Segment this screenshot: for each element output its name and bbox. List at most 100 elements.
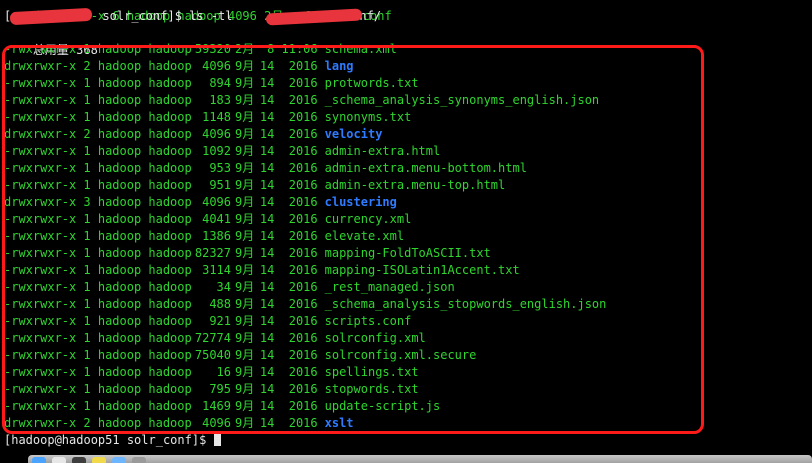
file-links: 1 bbox=[83, 93, 91, 107]
file-perms: -rwxrwxr-x bbox=[4, 399, 77, 413]
file-day: 14 bbox=[259, 399, 275, 413]
file-size: 4096 bbox=[202, 416, 231, 430]
file-day: 14 bbox=[259, 263, 275, 277]
file-group: hadoop bbox=[148, 127, 192, 141]
mail-icon[interactable] bbox=[112, 457, 126, 463]
file-perms: -rwxrwxr-x bbox=[4, 246, 77, 260]
file-perms: -rwxrwxr-x bbox=[4, 365, 77, 379]
file-size: 16 bbox=[216, 365, 231, 379]
file-owner: hadoop bbox=[97, 161, 142, 175]
file-owner: hadoop bbox=[97, 59, 142, 73]
file-month: 9月 bbox=[235, 212, 255, 226]
file-day: 14 bbox=[259, 195, 275, 209]
file-perms: -rwxrwxr-x bbox=[4, 280, 77, 294]
file-time: 2016 bbox=[288, 110, 318, 124]
file-links: 2 bbox=[83, 416, 91, 430]
file-day: 14 bbox=[259, 76, 275, 90]
file-size: 59320 bbox=[194, 42, 231, 56]
file-day: 14 bbox=[259, 314, 275, 328]
file-month: 9月 bbox=[235, 399, 255, 413]
file-owner: hadoop bbox=[97, 127, 142, 141]
file-perms: -rwxrwxr-x bbox=[4, 348, 77, 362]
file-owner: hadoop bbox=[97, 178, 142, 192]
file-perms: -rwxrwxr-x bbox=[4, 161, 77, 175]
file-owner: hadoop bbox=[97, 212, 142, 226]
terminal-icon[interactable] bbox=[72, 457, 86, 463]
file-month: 9月 bbox=[235, 416, 255, 430]
bottom-prompt-line[interactable]: [hadoop@hadoop51 solr_conf]$ bbox=[4, 432, 221, 449]
file-time: 2016 bbox=[288, 93, 318, 107]
file-time: 2016 bbox=[288, 382, 318, 396]
dock bbox=[28, 455, 812, 463]
file-group: hadoop bbox=[148, 212, 192, 226]
file-name: admin-extra.menu-top.html bbox=[324, 178, 506, 192]
file-owner: hadoop bbox=[97, 76, 142, 90]
file-day: 14 bbox=[259, 229, 275, 243]
file-links: 1 bbox=[83, 263, 91, 277]
finder-icon[interactable] bbox=[32, 457, 46, 463]
file-size: 795 bbox=[209, 382, 231, 396]
file-perms: drwxrwxr-x bbox=[4, 59, 77, 73]
file-time: 2016 bbox=[288, 399, 318, 413]
file-time: 2016 bbox=[288, 246, 318, 260]
file-day: 14 bbox=[259, 246, 275, 260]
file-name: scripts.conf bbox=[324, 314, 412, 328]
file-day: 14 bbox=[259, 93, 275, 107]
file-row: -rwxrwxr-x 1 hadoop hadoop 921 9月 14 2016 script… bbox=[4, 313, 411, 330]
file-links: 1 bbox=[83, 178, 91, 192]
file-month: 9月 bbox=[235, 110, 255, 124]
file-size: 921 bbox=[209, 314, 231, 328]
file-group: hadoop bbox=[148, 399, 192, 413]
file-size: 4096 bbox=[202, 195, 231, 209]
file-row: -rwxrwxr-x 1 hadoop hadoop 16 9月 14 2016 spellin… bbox=[4, 364, 419, 381]
file-month: 2月 bbox=[235, 42, 255, 56]
file-time: 11:06 bbox=[281, 42, 318, 56]
file-size: 3114 bbox=[202, 263, 231, 277]
file-row: -rwxrwxr-x 1 hadoop hadoop 894 9月 14 2016 protwo… bbox=[4, 75, 419, 92]
file-perms: -rwxrwxr-x bbox=[4, 297, 77, 311]
file-name: solrconfig.xml bbox=[324, 331, 426, 345]
file-name: spellings.txt bbox=[324, 365, 419, 379]
file-row: -rwxrwxr-x 1 hadoop hadoop 1386 9月 14 2016 eleva… bbox=[4, 228, 404, 245]
text-cursor bbox=[213, 434, 221, 446]
file-day: 14 bbox=[259, 297, 275, 311]
file-group: hadoop bbox=[148, 110, 192, 124]
file-group: hadoop bbox=[148, 42, 192, 56]
file-time: 2016 bbox=[288, 416, 318, 430]
file-row: -rwxrwxr-x 1 hadoop hadoop 1092 9月 14 2016 admin… bbox=[4, 143, 440, 160]
file-name: currency.xml bbox=[324, 212, 412, 226]
file-size: 953 bbox=[209, 161, 231, 175]
file-name: schema.xml bbox=[324, 42, 397, 56]
notes-icon[interactable] bbox=[92, 457, 106, 463]
file-time: 2016 bbox=[288, 144, 318, 158]
chrome-icon[interactable] bbox=[52, 457, 66, 463]
file-row: drwxrwxr-x 2 hadoop hadoop 4096 9月 14 2016 xslt bbox=[4, 415, 354, 432]
file-time: 2016 bbox=[288, 212, 318, 226]
file-day: 14 bbox=[259, 365, 275, 379]
file-time: 2016 bbox=[288, 331, 318, 345]
file-owner: hadoop bbox=[97, 382, 142, 396]
file-group: hadoop bbox=[148, 93, 192, 107]
file-owner: hadoop bbox=[97, 297, 142, 311]
file-size: 34 bbox=[216, 280, 231, 294]
file-owner: hadoop bbox=[97, 246, 142, 260]
file-perms: -rwxrwxr-x bbox=[4, 76, 77, 90]
file-perms: -rwxrwxr-x bbox=[4, 382, 77, 396]
file-links: 1 bbox=[83, 246, 91, 260]
terminal-window[interactable]: drwxrwxr-x 6 hadoop hadoop 4096 2月 8 11:… bbox=[0, 0, 812, 455]
file-group: hadoop bbox=[148, 348, 192, 362]
file-owner: hadoop bbox=[97, 42, 142, 56]
file-group: hadoop bbox=[148, 246, 192, 260]
file-row: -rwxrwxr-x 1 hadoop hadoop 59320 2月 8 11:06 sche… bbox=[4, 41, 397, 58]
file-day: 14 bbox=[259, 416, 275, 430]
file-perms: drwxrwxr-x bbox=[4, 195, 77, 209]
file-time: 2016 bbox=[288, 263, 318, 277]
settings-icon[interactable] bbox=[132, 457, 146, 463]
file-links: 3 bbox=[83, 195, 91, 209]
file-size: 1148 bbox=[202, 110, 231, 124]
file-day: 14 bbox=[259, 178, 275, 192]
file-size: 951 bbox=[209, 178, 231, 192]
directory-name: xslt bbox=[324, 416, 354, 430]
file-group: hadoop bbox=[148, 59, 192, 73]
file-owner: hadoop bbox=[97, 195, 142, 209]
